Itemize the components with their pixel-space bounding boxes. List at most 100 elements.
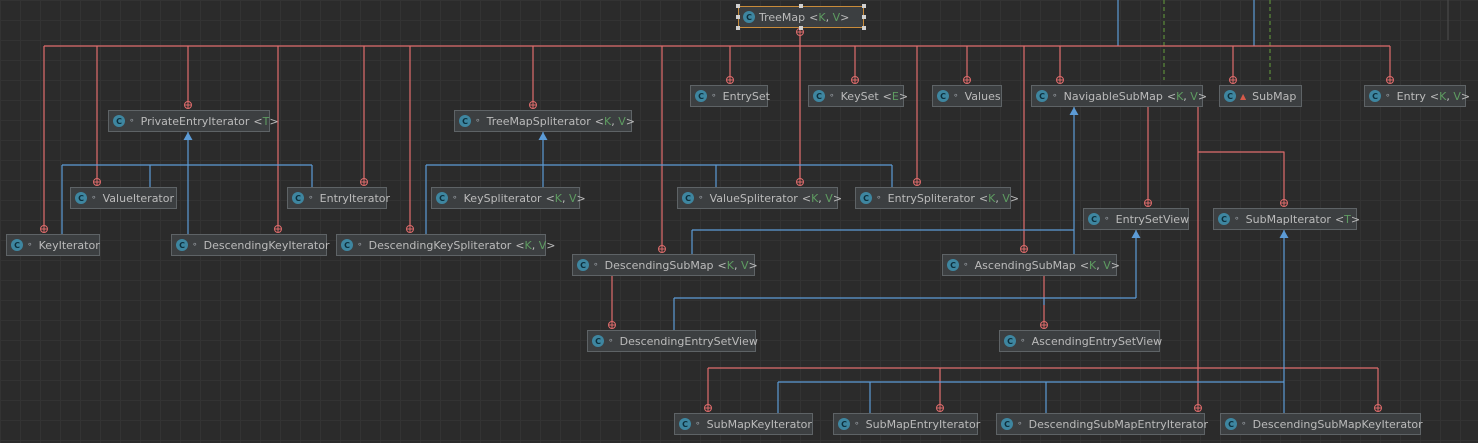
selection-handle[interactable] (862, 4, 866, 8)
class-name: ValueIterator (102, 191, 175, 205)
selection-handle[interactable] (862, 26, 866, 30)
class-icon: C (838, 418, 850, 430)
class-name: KeySet (840, 89, 879, 103)
type-param: K (1089, 258, 1097, 272)
class-node-descendingsubmapentryiterator[interactable]: C ∘ DescendingSubMapEntryIterator (996, 413, 1208, 435)
inner-class-marker (963, 76, 971, 84)
class-icon: C (341, 239, 353, 251)
type-param: E (891, 89, 899, 103)
class-icon: C (113, 115, 125, 127)
type-parameters: <K, V> (978, 191, 1020, 205)
class-node-values[interactable]: C ∘ Values (932, 85, 1002, 107)
visibility-icon: ∘ (593, 260, 599, 270)
class-node-entryspliterator[interactable]: C ∘ EntrySpliterator <K, V> (855, 187, 1019, 209)
selection-handle[interactable] (736, 4, 740, 8)
inheritance-arrowhead (1069, 107, 1079, 115)
class-name: PrivateEntryIterator (140, 114, 250, 128)
class-node-treemapspliterator[interactable]: C ∘ TreeMapSpliterator <K, V> (454, 110, 635, 132)
class-name: Values (964, 89, 1001, 103)
class-node-navsubmap[interactable]: C ∘ NavigableSubMap <K, V> (1031, 85, 1207, 107)
visibility-icon: ∘ (1385, 91, 1391, 101)
class-node-entryset[interactable]: C ∘ EntrySet (690, 85, 770, 107)
type-parameters: <K, V> (1166, 89, 1208, 103)
inner-class-marker (726, 76, 734, 84)
visibility-icon: ∘ (876, 193, 882, 203)
type-parameters: <K, V> (809, 10, 850, 24)
class-icon: C (75, 192, 87, 204)
class-icon: C (292, 192, 304, 204)
class-icon: C (11, 239, 23, 251)
class-name: AscendingSubMap (974, 258, 1076, 272)
class-name: EntryIterator (319, 191, 391, 205)
inner-class-marker (1229, 76, 1237, 84)
inner-class-marker (184, 101, 192, 109)
class-node-keyset[interactable]: C ∘ KeySet <E> (808, 85, 908, 107)
class-name: DescendingSubMapEntryIterator (1028, 417, 1208, 431)
class-node-ascendingentrysetview[interactable]: C ∘ AscendingEntrySetView (999, 330, 1162, 352)
selection-handle[interactable] (736, 15, 740, 19)
class-node-submapiterator[interactable]: C ∘ SubMapIterator <T> (1213, 208, 1360, 230)
inner-class-marker (274, 225, 282, 233)
class-node-entry[interactable]: C ∘ Entry <K, V> (1364, 85, 1470, 107)
class-node-descendingsubmapkeyiterator[interactable]: C ∘ DescendingSubMapKeyIterator (1220, 413, 1423, 435)
class-node-descendingkeyspliterator[interactable]: C ∘ DescendingKeySpliterator <K, V> (336, 234, 556, 256)
class-node-descendingsubmap[interactable]: C ∘ DescendingSubMap <K, V> (572, 254, 758, 276)
type-param: K (811, 191, 819, 205)
type-param: K (554, 191, 563, 205)
class-node-submap[interactable]: C ▲ SubMap (1219, 85, 1302, 107)
inner-class-marker (1144, 199, 1152, 207)
class-icon: C (436, 192, 448, 204)
inner-class-marker (1194, 404, 1202, 412)
type-parameters: <K, V> (801, 191, 843, 205)
selection-handle[interactable] (862, 15, 866, 19)
class-icon: C (1001, 418, 1013, 430)
inner-class-marker (704, 404, 712, 412)
uml-diagram-canvas[interactable]: C TreeMap <K, V> C ∘ EntrySet C ∘ KeySet <E> C ∘ Val… (0, 0, 1478, 443)
class-name: SubMap (1252, 89, 1297, 103)
inner-class-marker (529, 101, 537, 109)
class-node-privateentryiterator[interactable]: C ∘ PrivateEntryIterator <T> (108, 110, 279, 132)
class-node-submapentryiterator[interactable]: C ∘ SubMapEntryIterator (833, 413, 980, 435)
class-icon: C (1218, 213, 1230, 225)
type-parameters: <K, V> (1079, 258, 1121, 272)
inner-class-marker (406, 225, 414, 233)
type-param: V (1002, 191, 1010, 205)
type-param: K (524, 238, 532, 252)
selection-handle[interactable] (736, 26, 740, 30)
selection-handle[interactable] (799, 4, 803, 8)
inner-class-marker (913, 178, 921, 186)
class-node-entryiterator[interactable]: C ∘ EntryIterator (287, 187, 391, 209)
visibility-icon: ∘ (1020, 336, 1026, 346)
class-node-valueiterator[interactable]: C ∘ ValueIterator (70, 187, 177, 209)
inner-class-marker (1056, 76, 1064, 84)
class-node-keyspliterator[interactable]: C ∘ KeySpliterator <K, V> (431, 187, 586, 209)
type-param: V (569, 191, 577, 205)
final-lock-icon: ▲ (1240, 91, 1247, 101)
class-icon: C (743, 11, 755, 23)
type-param: V (618, 114, 626, 128)
inner-class-marker (1374, 404, 1382, 412)
class-node-entrysetview[interactable]: C ∘ EntrySetView (1083, 208, 1189, 230)
selection-handle[interactable] (799, 26, 803, 30)
type-parameters: <K, V> (717, 258, 758, 272)
visibility-icon: ∘ (829, 91, 835, 101)
class-node-keyiterator[interactable]: C ∘ KeyIterator (6, 234, 100, 256)
class-node-submapkeyiterator[interactable]: C ∘ SubMapKeyIterator (674, 413, 813, 435)
class-node-valuespliterator[interactable]: C ∘ ValueSpliterator <K, V> (677, 187, 842, 209)
class-name: KeyIterator (38, 238, 100, 252)
inheritance-arrowhead (183, 132, 193, 140)
class-node-descendingentrysetview[interactable]: C ∘ DescendingEntrySetView (587, 330, 758, 352)
class-node-descendingkeyiterator[interactable]: C ∘ DescendingKeyIterator (171, 234, 330, 256)
class-node-ascendingsubmap[interactable]: C ∘ AscendingSubMap <K, V> (942, 254, 1121, 276)
class-name: DescendingSubMapKeyIterator (1252, 417, 1423, 431)
inheritance-arrowhead (1131, 230, 1141, 238)
class-node-treemap[interactable]: C TreeMap <K, V> (738, 6, 864, 28)
class-name: ValueSpliterator (709, 191, 798, 205)
type-param: V (825, 191, 833, 205)
inner-class-marker (1280, 199, 1288, 207)
class-name: EntrySetView (1115, 212, 1190, 226)
inner-class-marker (936, 404, 944, 412)
class-icon: C (682, 192, 694, 204)
class-icon: C (592, 335, 604, 347)
class-icon: C (1088, 213, 1100, 225)
